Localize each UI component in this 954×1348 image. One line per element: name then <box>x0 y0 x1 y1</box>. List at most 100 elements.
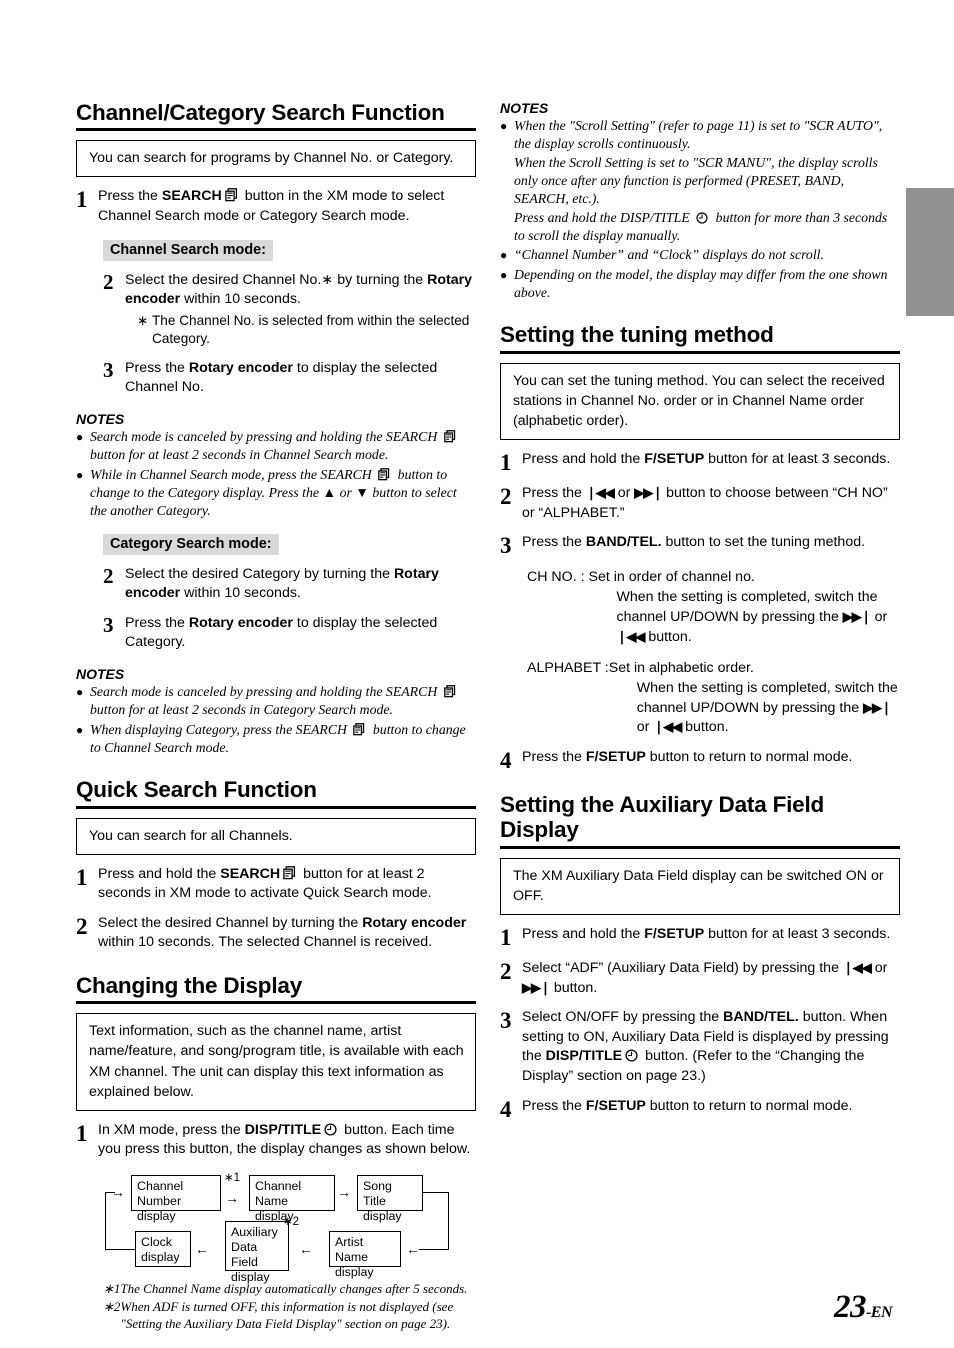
note-paragraph-1: When the "Scroll Setting" (refer to page… <box>514 118 883 152</box>
step-number: 4 <box>500 748 512 774</box>
step-text: In XM mode, press the DISP/TITLE button.… <box>98 1121 476 1160</box>
notes-list-1: ● Search mode is canceled by pressing an… <box>76 428 476 521</box>
step-text-b: button for at least 3 seconds. <box>704 451 891 468</box>
step-2-adf: 2 Select “ADF” (Auxiliary Data Field) by… <box>500 959 900 998</box>
step-text: Press the ❘◀◀ or ▶▶❘ button to choose be… <box>522 484 900 523</box>
note-text: When the "Scroll Setting" (refer to page… <box>514 117 900 245</box>
flow-box-clock: Clock display <box>135 1231 191 1268</box>
footnote-text: The Channel Name display automatically c… <box>120 1281 468 1297</box>
note-paragraph-2: When the Scroll Setting is set to "SCR M… <box>514 154 878 207</box>
note-paragraph-3: Press and hold the DISP/TITLE button for… <box>514 209 900 246</box>
section-tuning-method: Setting the tuning method You can set th… <box>500 322 900 772</box>
step-text-a: Press and hold the <box>522 925 645 942</box>
step-number: 1 <box>500 924 512 950</box>
step-1-tuning: 1 Press and hold the F/SETUP button for … <box>500 450 900 474</box>
page-title-changing-display: Changing the Display <box>76 973 476 1005</box>
flow-connector-right-bottom <box>419 1249 449 1251</box>
step-text-a: Select “ADF” (Auxiliary Data Field) by p… <box>522 959 843 976</box>
fsetup-button-label: F/SETUP <box>585 749 646 766</box>
flow-arrow-5: ← <box>406 1241 420 1258</box>
step-text: Select the desired Channel No.∗ by turni… <box>125 271 476 349</box>
note-text-a: Search mode is canceled by pressing and … <box>90 683 441 699</box>
step-number: 1 <box>500 450 512 476</box>
step-text: Select the desired Channel by turning th… <box>98 914 476 953</box>
step-text: Press and hold the SEARCH button for at … <box>98 865 476 904</box>
step-text-a: Press and hold the <box>522 451 645 468</box>
step-number: 2 <box>103 269 114 294</box>
callout-channel-category: You can search for programs by Channel N… <box>76 140 476 178</box>
rotary-encoder-label: Rotary encoder <box>188 614 293 631</box>
definition-term: ALPHABET : <box>527 659 609 676</box>
flow-connector-left-bottom <box>105 1249 135 1251</box>
step-number: 3 <box>103 612 114 637</box>
search-icon <box>378 467 391 482</box>
flow-footnote-marker-1: ∗1 <box>224 1172 241 1185</box>
page-title-channel-category: Channel/Category Search Function <box>76 100 476 132</box>
step-3-display-category: 3 Press the Rotary encoder to display th… <box>103 614 476 653</box>
flow-box-line1: Channel Name <box>255 1179 302 1208</box>
step-text-a: In XM mode, press the <box>98 1121 245 1138</box>
footnote-text: When ADF is turned OFF, this information… <box>120 1299 454 1332</box>
note-item: ● Depending on the model, the display ma… <box>500 266 900 303</box>
callout-changing-display: Text information, such as the channel na… <box>76 1013 476 1111</box>
flow-box-channel-number: Channel Number display <box>131 1175 221 1223</box>
definition-line1: Set in alphabetic order. <box>608 659 754 676</box>
page-title-tuning-method: Setting the tuning method <box>500 322 900 354</box>
bullet-icon: ● <box>76 722 84 737</box>
step-number: 4 <box>500 1096 512 1122</box>
callout-auxiliary-data-field: The XM Auxiliary Data Field display can … <box>500 857 900 915</box>
step-2-tuning: 2 Press the ❘◀◀ or ▶▶❘ button to choose … <box>500 484 900 523</box>
step-2-category-select: 2 Select the desired Category by turning… <box>103 565 476 604</box>
step-4-tuning: 4 Press the F/SETUP button to return to … <box>500 748 900 772</box>
step-1-disp-title: 1 In XM mode, press the DISP/TITLE butto… <box>76 1121 476 1160</box>
skip-forward-icon: ▶▶❘ <box>842 609 872 625</box>
search-icon <box>353 722 366 737</box>
note-text: Search mode is canceled by pressing and … <box>90 683 476 720</box>
rotary-encoder-label: Rotary encoder <box>188 359 293 376</box>
step-text-b: button to return to normal mode. <box>645 1097 853 1114</box>
skip-back-icon: ❘◀◀ <box>585 485 615 501</box>
flow-connector-left-top <box>105 1192 115 1194</box>
note-text: When displaying Category, press the SEAR… <box>90 721 476 758</box>
step-text-b: button for at least 3 seconds. <box>704 925 891 942</box>
flow-arrow-4: ← <box>195 1241 209 1258</box>
step-text-mid: or <box>613 485 635 502</box>
step-text-a: Select the desired Channel by turning th… <box>98 914 363 931</box>
flow-arrow-1: → <box>225 1190 239 1207</box>
step-text-mid: or <box>870 959 888 976</box>
step-number: 2 <box>103 563 114 588</box>
definition-cont-a: When the setting is completed, switch th… <box>616 589 878 626</box>
note-text: Depending on the model, the display may … <box>514 266 888 301</box>
footnote-2: ∗2 When ADF is turned OFF, this informat… <box>103 1298 476 1332</box>
step-2-footnote: ∗ The Channel No. is selected from withi… <box>137 312 476 349</box>
flow-box-line2: Data Field <box>231 1239 258 1269</box>
definition-cont-a: When the setting is completed, switch th… <box>636 679 898 716</box>
flow-box-line3: display <box>231 1269 270 1284</box>
note-text-b: button for at least 2 seconds in Channel… <box>90 447 389 463</box>
notes-heading-top: NOTES <box>500 100 549 116</box>
flow-connector-right-top <box>423 1192 449 1194</box>
bullet-icon: ● <box>500 119 508 133</box>
footnote-marker: ∗2 <box>103 1299 121 1315</box>
bullet-icon: ● <box>76 684 84 699</box>
step-text: Press the SEARCH button in the XM mode t… <box>98 187 476 226</box>
flow-connector-right-vertical <box>447 1192 449 1251</box>
definition-continuation: When the setting is completed, switch th… <box>616 588 900 648</box>
section-auxiliary-data-field: Setting the Auxiliary Data Field Display… <box>500 792 900 1121</box>
step-1-quick-search: 1 Press and hold the SEARCH button for a… <box>76 865 476 904</box>
callout-quick-search: You can search for all Channels. <box>76 817 476 855</box>
definition-description: Set in alphabetic order. When the setting… <box>609 659 900 739</box>
step-text-a: Select the desired Channel No.∗ by turni… <box>125 271 428 288</box>
asterisk-marker: ∗ <box>137 312 149 328</box>
asterisk-text: The Channel No. is selected from within … <box>152 312 470 347</box>
flow-box-line1: Clock <box>141 1235 172 1250</box>
step-text-a: Select the desired Category by turning t… <box>125 565 394 582</box>
step-text: Press the F/SETUP button to return to no… <box>522 748 900 768</box>
note-text-a: Search mode is canceled by pressing and … <box>90 428 441 444</box>
search-button-label: SEARCH <box>220 865 281 882</box>
right-column: NOTES ● When the "Scroll Setting" (refer… <box>500 100 900 1121</box>
flow-box-auxiliary-data-field: Auxiliary Data Field display <box>225 1221 289 1284</box>
step-text-b: button. <box>549 979 598 996</box>
step-4-adf: 4 Press the F/SETUP button to return to … <box>500 1097 900 1121</box>
note-item: ● “Channel Number” and “Clock” displays … <box>500 246 900 264</box>
